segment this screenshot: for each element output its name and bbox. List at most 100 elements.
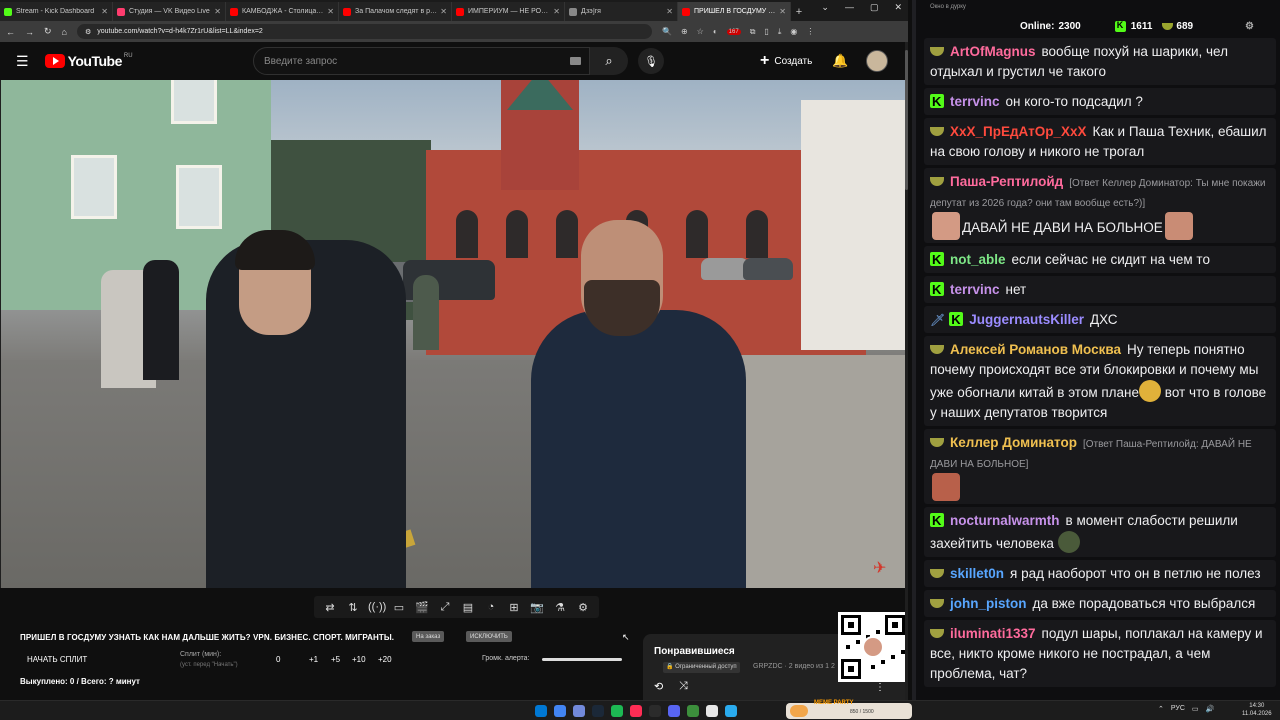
settings-icon[interactable]: ⚙ xyxy=(575,601,591,614)
obs-icon[interactable] xyxy=(649,705,661,717)
sort-icon[interactable]: ⇅ xyxy=(345,601,361,614)
browser-tab[interactable]: КАМБОДЖА - Столица Ми ✕ xyxy=(226,2,339,21)
avatar[interactable] xyxy=(866,50,888,72)
chat-username[interactable]: skillet0n xyxy=(950,566,1004,581)
screenshot-icon[interactable]: 📷 xyxy=(529,601,545,614)
loop-icon[interactable]: ⇄ xyxy=(322,601,338,614)
shuffle-icon[interactable]: ⤨ xyxy=(679,680,688,693)
discord-icon[interactable] xyxy=(573,705,585,717)
green-app-icon[interactable] xyxy=(687,705,699,717)
chat-message[interactable]: skillet0n я рад наоборот что он в петлю н… xyxy=(924,560,1276,587)
search-button[interactable]: ⌕ xyxy=(590,47,628,75)
back-icon[interactable]: ← xyxy=(6,27,15,37)
chat-message[interactable]: terrvinc он кого-то подсадил ? xyxy=(924,88,1276,115)
film-icon[interactable]: ▤ xyxy=(460,601,476,614)
more-options-icon[interactable]: ⋮ xyxy=(875,682,885,693)
browser-tab[interactable]: ИМПЕРИУМ — НЕ РОССИЯ✕ xyxy=(452,2,565,21)
page-scrollbar[interactable] xyxy=(905,42,908,700)
install-icon[interactable]: ⊕ xyxy=(681,27,688,36)
menu-dots-icon[interactable]: ⋮ xyxy=(806,27,814,36)
close-icon[interactable]: ✕ xyxy=(894,2,902,13)
alert-volume-slider[interactable] xyxy=(542,658,622,661)
youtube-logo[interactable]: YouTube RU xyxy=(44,53,133,69)
voice-search-button[interactable]: 🎙 xyxy=(638,48,664,74)
frame-icon[interactable]: ⤢ xyxy=(437,601,453,614)
chat-username[interactable]: ArtOfMagnus xyxy=(950,44,1036,59)
site-info-icon[interactable]: ⚙ xyxy=(85,28,91,36)
start-split-button[interactable]: НАЧАТЬ СПЛИТ xyxy=(27,655,87,664)
zoom-icon[interactable]: 🔍 xyxy=(662,27,672,36)
extension-icon[interactable]: ◐ xyxy=(713,27,718,36)
puzzle-icon[interactable]: ⧉ xyxy=(750,27,756,37)
hamburger-menu-icon[interactable]: ☰ xyxy=(16,53,29,70)
chat-message[interactable]: nocturnalwarmthв момент слабости решили … xyxy=(924,507,1276,557)
sidebar-icon[interactable]: ▯ xyxy=(764,27,768,36)
chat-username[interactable]: Паша-Рептилойд xyxy=(950,174,1063,189)
add-icon[interactable]: ⊞ xyxy=(506,601,522,614)
browser-tab[interactable]: ПРИШЕЛ В ГОСДУМУ УЗНА✕ xyxy=(678,2,791,21)
chat-message[interactable]: Келлер Доминатор [Ответ Паша-Рептилойд: Д… xyxy=(924,429,1276,504)
order-pill[interactable]: На заказ xyxy=(412,631,445,642)
volume-icon[interactable]: 🔊 xyxy=(1206,705,1215,713)
chat-message[interactable]: ArtOfMagnus вообще похуй на шарики, чел о… xyxy=(924,38,1276,85)
chat-message[interactable]: john_piston да вже порадоваться что выбра… xyxy=(924,590,1276,617)
forward-icon[interactable]: → xyxy=(25,27,34,37)
playlist-title[interactable]: Понравившиеся xyxy=(654,646,735,657)
language-indicator[interactable]: РУС xyxy=(1171,705,1185,713)
speed-icon[interactable]: ◔ xyxy=(483,601,499,613)
scrollbar-thumb[interactable] xyxy=(905,50,908,190)
chat-username[interactable]: john_piston xyxy=(950,596,1027,611)
split-step-button[interactable]: +1 xyxy=(309,655,318,664)
tab-close-icon[interactable]: ✕ xyxy=(214,7,221,16)
app-icon[interactable] xyxy=(630,705,642,717)
chat-username[interactable]: XxX_ПрЕдАтОр_XxX xyxy=(950,124,1087,139)
start-icon[interactable] xyxy=(535,705,547,717)
keyboard-icon[interactable] xyxy=(570,57,581,65)
extension-badge[interactable]: 167 xyxy=(726,28,741,35)
split-step-button[interactable]: 0 xyxy=(276,655,280,664)
browser-tab[interactable]: Студия — VK Видео Live ✕ xyxy=(113,2,226,21)
tab-close-icon[interactable]: ✕ xyxy=(101,7,108,16)
loop-icon[interactable]: ⟲ xyxy=(654,680,663,693)
chat-username[interactable]: Алексей Романов Москва xyxy=(950,342,1121,357)
chat-message[interactable]: XxX_ПрЕдАтОр_XxX Как и Паша Техник, ебаши… xyxy=(924,118,1276,165)
chat-message-list[interactable]: ArtOfMagnus вообще похуй на шарики, чел о… xyxy=(924,38,1276,690)
url-field[interactable]: ⚙ youtube.com/watch?v=d-h4k7Zr1rU&list=L… xyxy=(76,24,652,39)
video-player[interactable]: ✈ xyxy=(1,80,905,588)
minimize-icon[interactable]: — xyxy=(845,2,854,13)
spotify-icon[interactable] xyxy=(611,705,623,717)
split-step-button[interactable]: +10 xyxy=(352,655,366,664)
maximize-icon[interactable]: ▢ xyxy=(870,2,879,13)
chat-message[interactable]: Алексей Романов Москва Ну теперь понятно … xyxy=(924,336,1276,426)
chat-username[interactable]: not_able xyxy=(950,252,1006,267)
chat-username[interactable]: terrvinc xyxy=(950,282,1000,297)
lab-icon[interactable]: ⚗ xyxy=(552,601,568,614)
chat-username[interactable]: terrvinc xyxy=(950,94,1000,109)
browser-tab[interactable]: Дзэ]гя ✕ xyxy=(565,2,678,21)
network-icon[interactable]: ▭ xyxy=(1192,705,1199,713)
tab-close-icon[interactable]: ✕ xyxy=(666,7,673,16)
broadcast-icon[interactable]: ((·)) xyxy=(368,601,386,613)
notifications-bell-icon[interactable]: 🔔 xyxy=(832,53,848,69)
clapper-icon[interactable]: 🎬 xyxy=(414,601,430,614)
split-step-button[interactable]: +20 xyxy=(378,655,392,664)
exclude-pill[interactable]: ИСКЛЮЧИТЬ xyxy=(466,631,512,642)
taskbar-clock[interactable]: 14:30 11.04.2026 xyxy=(1242,702,1272,718)
meme-party-widget[interactable]: MEME PARTY 850 / 1500 xyxy=(786,700,912,719)
tab-close-icon[interactable]: ✕ xyxy=(779,7,786,16)
chat-message[interactable]: not_able если сейчас не сидит на чем то xyxy=(924,246,1276,273)
chat-settings-icon[interactable]: ⚙ xyxy=(1245,21,1254,32)
home-icon[interactable]: ⌂ xyxy=(62,27,67,37)
split-step-button[interactable]: +5 xyxy=(331,655,340,664)
telegram-icon[interactable] xyxy=(725,705,737,717)
profile-icon[interactable]: ◉ xyxy=(790,27,797,36)
chat-username[interactable]: iluminati1337 xyxy=(950,626,1036,641)
chat-message[interactable]: Паша-Рептилойд [Ответ Келлер Доминатор: Т… xyxy=(924,168,1276,243)
tray-chevron-icon[interactable]: ⌃ xyxy=(1158,705,1164,713)
window-icon[interactable] xyxy=(706,705,718,717)
download-icon[interactable]: ⤓ xyxy=(778,27,782,37)
steam-icon[interactable] xyxy=(592,705,604,717)
chat-message[interactable]: iluminati1337 подул шары, поплакал на кам… xyxy=(924,620,1276,687)
reload-icon[interactable]: ↻ xyxy=(44,26,52,37)
browser-tab[interactable]: Stream - Kick Dashboard ✕ xyxy=(0,2,113,21)
